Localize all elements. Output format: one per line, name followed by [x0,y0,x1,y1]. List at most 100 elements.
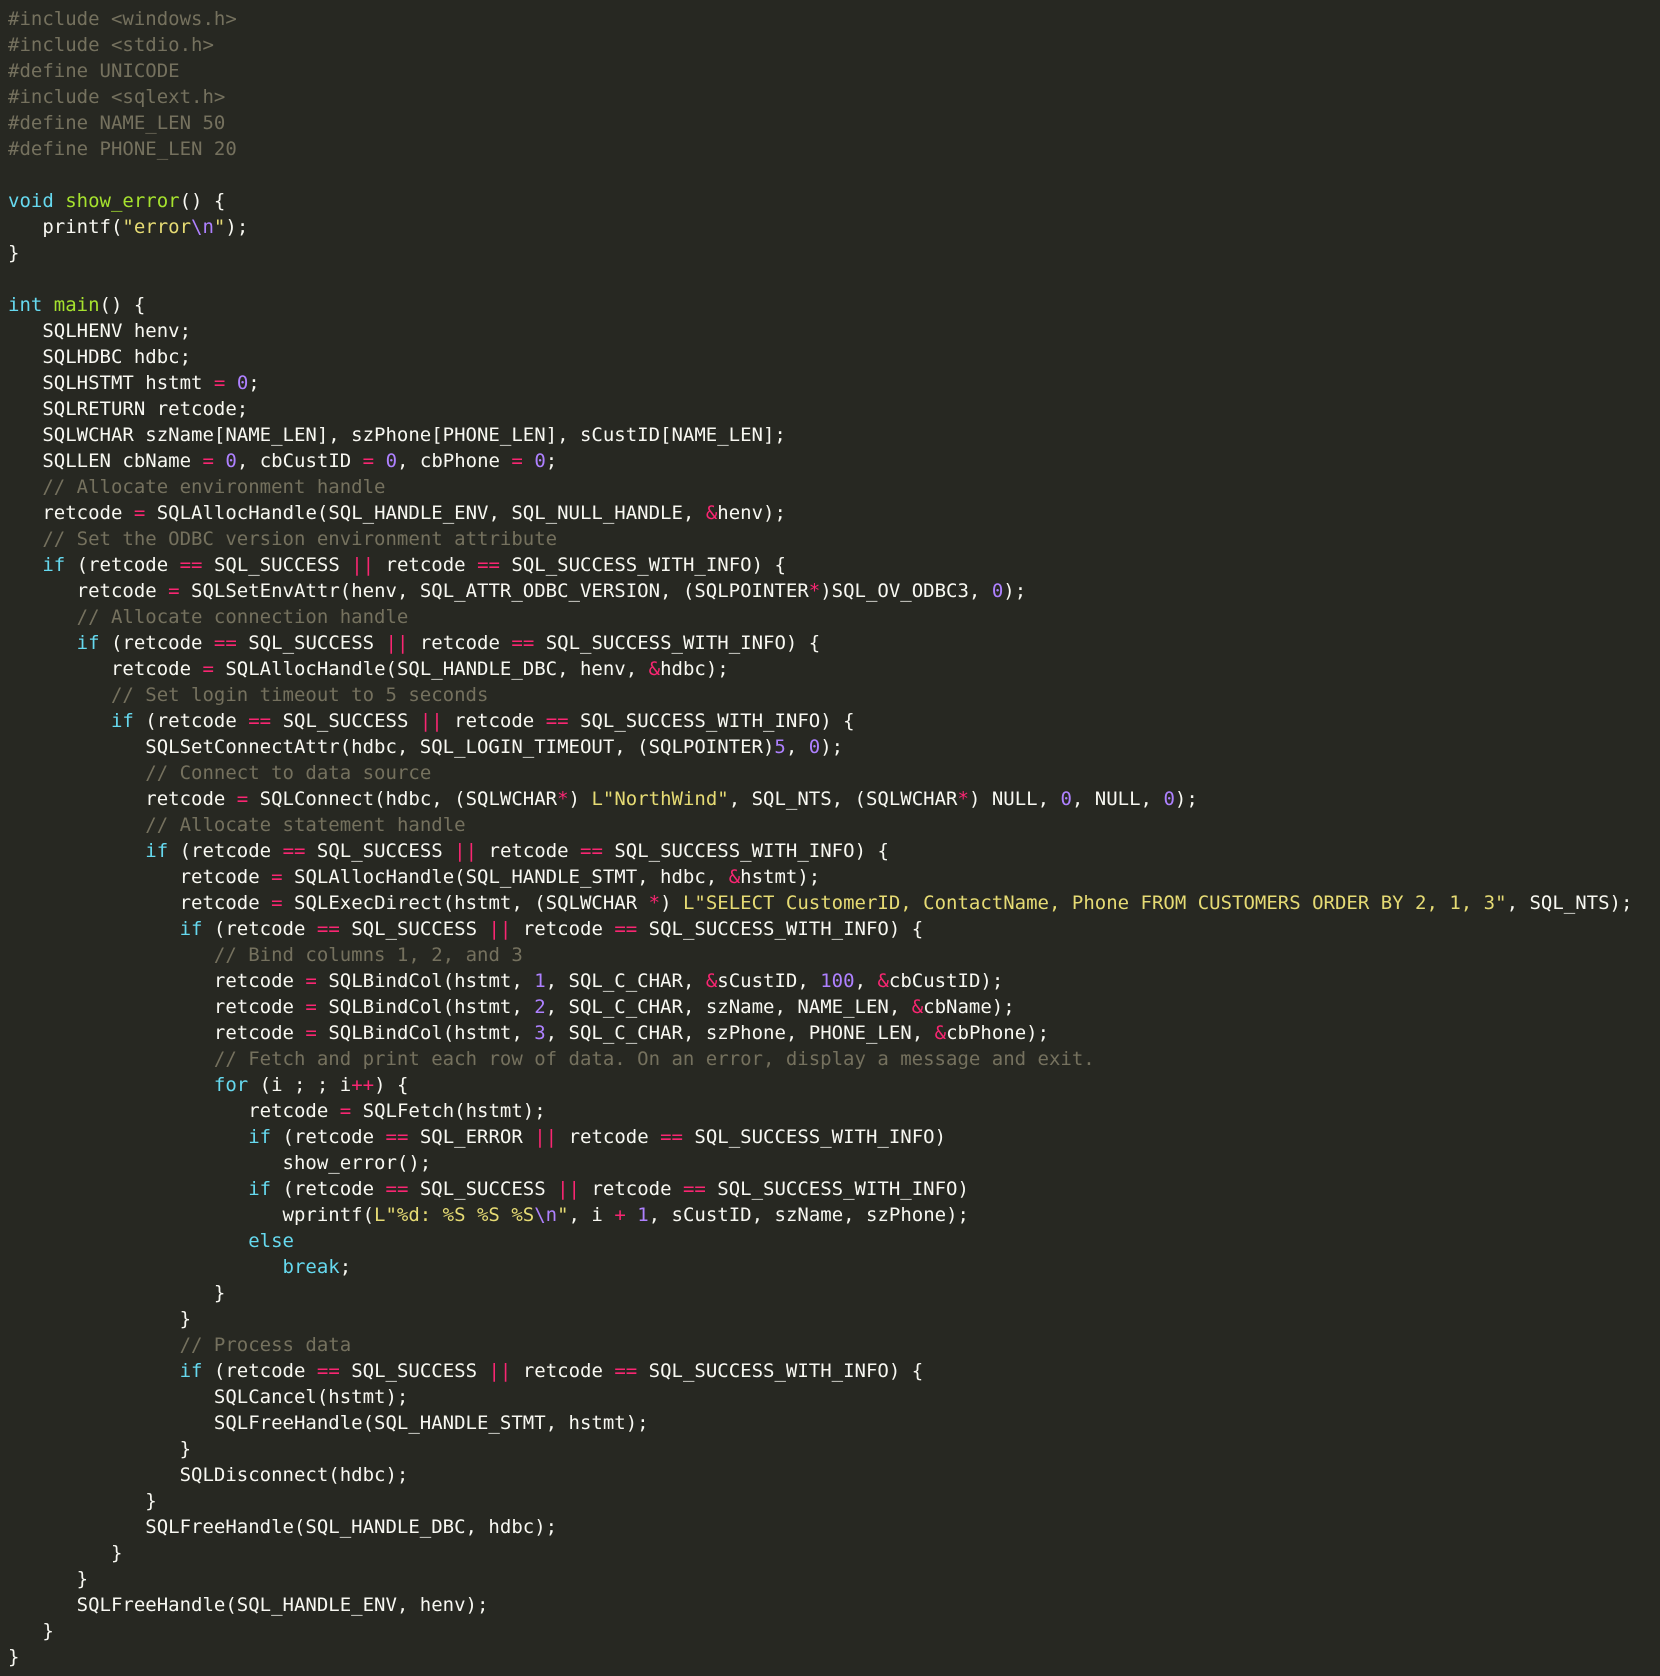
code-text: } [8,242,20,264]
code-text: , SQL_C_CHAR, [545,970,706,992]
code-text: cbCustID); [888,970,1004,992]
code-keyword: if [76,632,100,654]
code-text: SQLBindCol(hstmt, [316,996,535,1018]
code-text: SQLHDBC hdbc; [8,346,192,368]
code-text: SQLLEN cbName [8,450,203,472]
code-text: SQLSetConnectAttr(hdbc, SQL_LOGIN_TIMEOU… [8,736,775,758]
code-line: printf("error\n"); [8,214,1660,240]
code-operator: & [934,1022,947,1044]
code-text: SQL_SUCCESS [271,710,420,732]
code-line: retcode = SQLAllocHandle(SQL_HANDLE_STMT… [8,864,1660,890]
code-text: retcode [8,996,306,1018]
code-string: "error [122,216,192,238]
code-operator: == [213,632,237,654]
code-text: } [8,1568,89,1590]
code-line: if (retcode == SQL_SUCCESS || retcode ==… [8,838,1660,864]
code-text: show_error(); [8,1152,432,1174]
code-operator: * [557,788,569,810]
code-text: , [854,970,878,992]
code-operator: & [705,502,718,524]
code-text: ); [1003,580,1027,602]
code-text: ) NULL, [968,788,1061,810]
code-text: SQL_SUCCESS_WITH_INFO) { [499,554,786,576]
code-text: retcode [8,970,306,992]
code-editor[interactable]: #include <windows.h> #include <stdio.h> #d… [0,0,1660,1670]
code-number: 0 [225,450,237,472]
code-line: if (retcode == SQL_SUCCESS || retcode ==… [8,630,1660,656]
code-text: )SQL_OV_ODBC3, [820,580,992,602]
code-text: hdbc); [660,658,729,680]
code-text: SQLFreeHandle(SQL_HANDLE_STMT, hstmt); [8,1412,649,1434]
code-operator: = [362,450,375,472]
code-line: } [8,1280,1660,1306]
code-text: } [8,1308,192,1330]
code-operator: == [660,1126,683,1148]
code-text: cbName); [923,996,1015,1018]
code-text: SQLConnect(hdbc, (SQLWCHAR [248,788,558,810]
code-text: } [8,1282,226,1304]
code-text: retcode [442,710,546,732]
code-text: retcode [477,840,581,862]
code-text: ) [660,892,683,914]
code-line: break; [8,1254,1660,1280]
code-text: retcode [580,1178,683,1200]
code-operator: ++ [351,1074,375,1096]
code-line: SQLCancel(hstmt); [8,1384,1660,1410]
code-keyword: if [42,554,66,576]
code-keyword: if [179,918,203,940]
code-operator: == [385,1178,409,1200]
code-text: (retcode [271,1126,386,1148]
code-line: SQLDisconnect(hdbc); [8,1462,1660,1488]
code-line: SQLSetConnectAttr(hdbc, SQL_LOGIN_TIMEOU… [8,734,1660,760]
code-line: retcode = SQLBindCol(hstmt, 3, SQL_C_CHA… [8,1020,1660,1046]
code-operator: & [728,866,741,888]
code-line: retcode = SQLAllocHandle(SQL_HANDLE_ENV,… [8,500,1660,526]
code-line: SQLHENV henv; [8,318,1660,344]
code-text: retcode [511,918,615,940]
code-number: 2 [534,996,546,1018]
code-text: SQLFreeHandle(SQL_HANDLE_DBC, hdbc); [8,1516,558,1538]
code-number: 5 [774,736,786,758]
code-operator: = [213,372,226,394]
code-line: // Allocate connection handle [8,604,1660,630]
code-text: printf( [8,216,123,238]
code-text: SQLFreeHandle(SQL_HANDLE_ENV, henv); [8,1594,489,1616]
code-operator: || [454,840,478,862]
code-text: SQL_SUCCESS_WITH_INFO) [682,1126,947,1148]
code-comment: #define PHONE_LEN 20 [8,138,237,160]
code-text: () { [99,294,146,316]
code-operator: == [316,918,340,940]
code-operator: = [202,658,214,680]
code-line: } [8,1566,1660,1592]
code-text: SQLBindCol(hstmt, [316,970,535,992]
code-text: SQL_SUCCESS [236,632,386,654]
code-text: wprintf( [8,1204,375,1226]
code-operator: == [614,918,638,940]
code-line: // Connect to data source [8,760,1660,786]
code-text: (retcode [202,1360,317,1382]
code-text: , i [568,1204,615,1226]
code-text: SQLFetch(hstmt); [351,1100,546,1122]
code-line: } [8,1618,1660,1644]
code-text: ; [339,1256,352,1278]
code-line: retcode = SQLConnect(hdbc, (SQLWCHAR*) L… [8,786,1660,812]
code-text: retcode [8,892,272,914]
code-text: , SQL_C_CHAR, szPhone, PHONE_LEN, [545,1022,935,1044]
code-operator: = [305,1022,317,1044]
code-text: SQLAllocHandle(SQL_HANDLE_ENV, SQL_NULL_… [145,502,706,524]
code-keyword: if [110,710,134,732]
